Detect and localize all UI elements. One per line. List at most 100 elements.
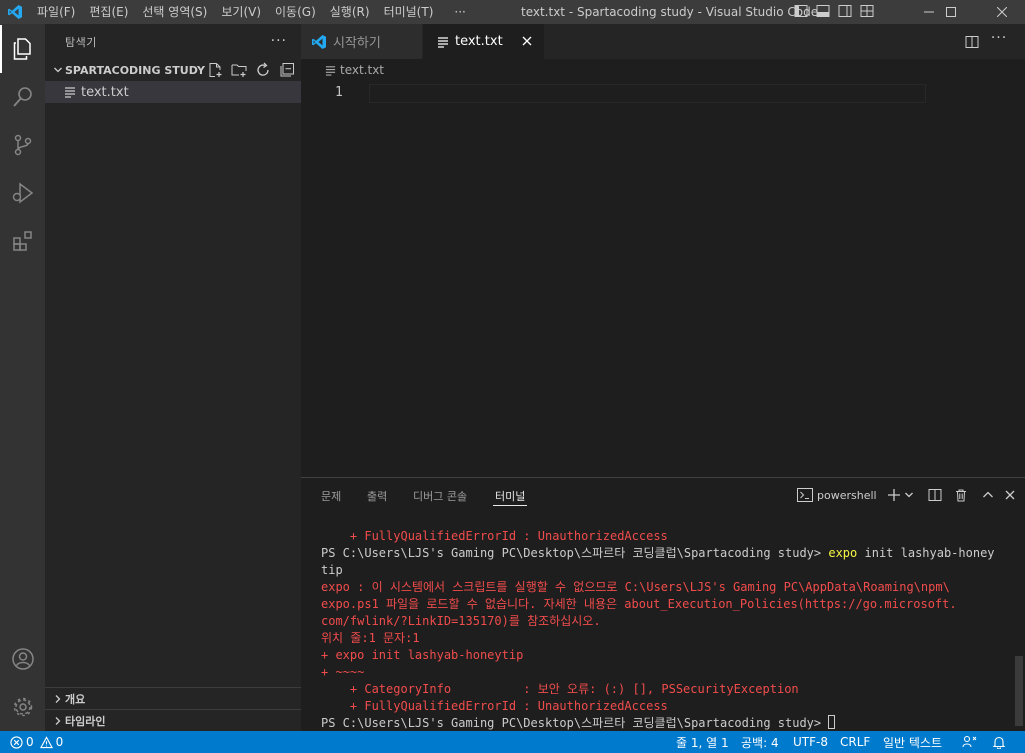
warning-count: 0	[55, 735, 64, 749]
refresh-icon[interactable]	[254, 62, 271, 78]
explorer-sidebar: 탐색기 ··· SPARTACODING STUDY text.txt 개요 타…	[45, 24, 301, 731]
sidebar-header: 탐색기 ···	[45, 24, 301, 59]
close-tab-icon[interactable]	[520, 34, 534, 48]
vscode-logo-icon	[0, 0, 30, 24]
terminal-output[interactable]: + FullyQualifiedErrorId : UnauthorizedAc…	[321, 528, 1011, 732]
menu-bar: 파일(F) 편집(E) 선택 영역(S) 보기(V) 이동(G) 실행(R) 터…	[30, 0, 473, 24]
timeline-label: 타임라인	[65, 714, 106, 728]
file-tree-item-label: text.txt	[81, 84, 129, 100]
indentation-status[interactable]: 공백: 4	[741, 731, 779, 753]
panel-tab-output[interactable]: 출력	[367, 488, 387, 504]
new-file-icon[interactable]	[206, 62, 223, 78]
terminal-prompt: PS C:\Users\LJS's Gaming PC\Desktop\스파르타…	[321, 716, 829, 730]
eol-status[interactable]: CRLF	[840, 731, 870, 753]
breadcrumb[interactable]: text.txt	[301, 59, 1025, 81]
panel-tab-debug-console[interactable]: 디버그 콘솔	[413, 488, 467, 504]
terminal-cursor	[828, 715, 836, 729]
terminal-line: + expo init lashyab-honeytip	[321, 648, 524, 662]
tab-label: 시작하기	[333, 36, 381, 51]
customize-layout-icon[interactable]	[859, 3, 875, 19]
notifications-bell-icon[interactable]	[992, 731, 1006, 753]
status-bar: 0 0 줄 1, 열 1 공백: 4 UTF-8 CRLF 일반 텍스트	[0, 731, 1025, 753]
menu-edit[interactable]: 편집(E)	[82, 0, 135, 24]
text-file-icon	[64, 86, 76, 98]
close-window-button[interactable]	[979, 0, 1025, 24]
run-debug-icon[interactable]	[0, 169, 45, 217]
terminal-line: PS C:\Users\LJS's Gaming PC\Desktop\스파르타…	[321, 715, 1011, 732]
terminal-line: 위치 줄:1 문자:1	[321, 631, 420, 645]
menu-view[interactable]: 보기(V)	[214, 0, 268, 24]
encoding-status[interactable]: UTF-8	[793, 731, 828, 753]
file-tree-item[interactable]: text.txt	[45, 81, 301, 103]
tab-text-txt[interactable]: text.txt	[423, 24, 544, 59]
collapse-all-icon[interactable]	[278, 62, 295, 78]
terminal-shell-icon	[797, 488, 813, 502]
tab-welcome[interactable]: 시작하기	[301, 24, 422, 59]
terminal-command-args: init lashyab-honey	[857, 546, 995, 560]
workspace-name: SPARTACODING STUDY	[65, 63, 205, 77]
close-panel-icon[interactable]	[1004, 489, 1016, 501]
activity-bar	[0, 24, 45, 731]
bottom-panel: 문제 출력 디버그 콘솔 터미널 powershell + FullyQuali…	[301, 477, 1025, 731]
terminal-line: com/fwlink/?LinkID=135170)를 참조하십시오.	[321, 614, 601, 628]
menu-terminal[interactable]: 터미널(T)	[377, 0, 441, 24]
sidebar-title: 탐색기	[65, 35, 97, 49]
toggle-secondary-sidebar-icon[interactable]	[837, 3, 853, 19]
chevron-right-icon	[51, 716, 65, 726]
problems-status[interactable]: 0 0	[10, 731, 63, 753]
text-editor[interactable]: 1	[301, 81, 1025, 477]
terminal-line: PS C:\Users\LJS's Gaming PC\Desktop\스파르타…	[321, 545, 1011, 562]
explorer-icon[interactable]	[0, 25, 45, 73]
menu-file[interactable]: 파일(F)	[30, 0, 82, 24]
split-terminal-icon[interactable]	[928, 488, 942, 502]
workspace-section-header[interactable]: SPARTACODING STUDY	[45, 59, 301, 81]
menu-go[interactable]: 이동(G)	[268, 0, 323, 24]
language-mode-status[interactable]: 일반 텍스트	[883, 731, 942, 753]
error-icon	[10, 735, 23, 749]
terminal-line: tip	[321, 563, 343, 577]
chevron-right-icon	[51, 694, 65, 704]
search-icon[interactable]	[0, 73, 45, 121]
menu-run[interactable]: 실행(R)	[323, 0, 377, 24]
maximize-panel-chevron-up-icon[interactable]	[982, 489, 994, 501]
split-editor-icon[interactable]	[964, 34, 980, 50]
menu-selection[interactable]: 선택 영역(S)	[135, 0, 214, 24]
terminal-dropdown-chevron-icon[interactable]	[904, 490, 914, 500]
feedback-icon[interactable]	[962, 731, 978, 753]
text-file-icon	[437, 36, 449, 48]
terminal-line: + ~~~~	[321, 665, 365, 679]
maximize-button[interactable]	[928, 0, 974, 24]
editor-tabs-bar: 시작하기 text.txt ···	[301, 24, 1025, 59]
terminal-shell-name[interactable]: powershell	[817, 489, 877, 502]
title-bar: 파일(F) 편집(E) 선택 영역(S) 보기(V) 이동(G) 실행(R) 터…	[0, 0, 1025, 24]
tab-label: text.txt	[455, 34, 503, 49]
trash-icon[interactable]	[954, 488, 968, 502]
timeline-section-header[interactable]: 타임라인	[45, 709, 301, 731]
editor-more-actions-icon[interactable]: ···	[991, 30, 1007, 46]
toggle-panel-icon[interactable]	[815, 3, 831, 19]
outline-section-header[interactable]: 개요	[45, 687, 301, 709]
new-folder-icon[interactable]	[230, 62, 247, 78]
accounts-icon[interactable]	[0, 635, 45, 683]
terminal-prompt: PS C:\Users\LJS's Gaming PC\Desktop\스파르타…	[321, 546, 829, 560]
settings-gear-icon[interactable]	[0, 683, 45, 731]
terminal-scrollbar[interactable]	[1015, 656, 1023, 726]
error-count: 0	[26, 735, 34, 749]
breadcrumb-file[interactable]: text.txt	[340, 63, 384, 77]
terminal-line: + FullyQualifiedErrorId : UnauthorizedAc…	[321, 529, 668, 543]
menu-more[interactable]: ···	[440, 0, 472, 24]
warning-icon	[39, 735, 53, 749]
cursor-position-status[interactable]: 줄 1, 열 1	[676, 731, 729, 753]
extensions-icon[interactable]	[0, 217, 45, 265]
window-title: text.txt - Spartacoding study - Visual S…	[521, 5, 830, 19]
terminal-line: + CategoryInfo : 보안 오류: (:) [], PSSecuri…	[321, 682, 799, 696]
new-terminal-plus-icon[interactable]	[887, 488, 901, 502]
sidebar-more-actions-button[interactable]: ···	[271, 33, 287, 49]
panel-tab-terminal[interactable]: 터미널	[492, 488, 528, 506]
panel-tab-problems[interactable]: 문제	[321, 488, 341, 504]
text-file-icon	[325, 65, 336, 76]
terminal-command: expo	[828, 546, 858, 560]
toggle-sidebar-icon[interactable]	[793, 3, 809, 19]
current-line-highlight[interactable]	[369, 84, 926, 103]
source-control-icon[interactable]	[0, 121, 45, 169]
